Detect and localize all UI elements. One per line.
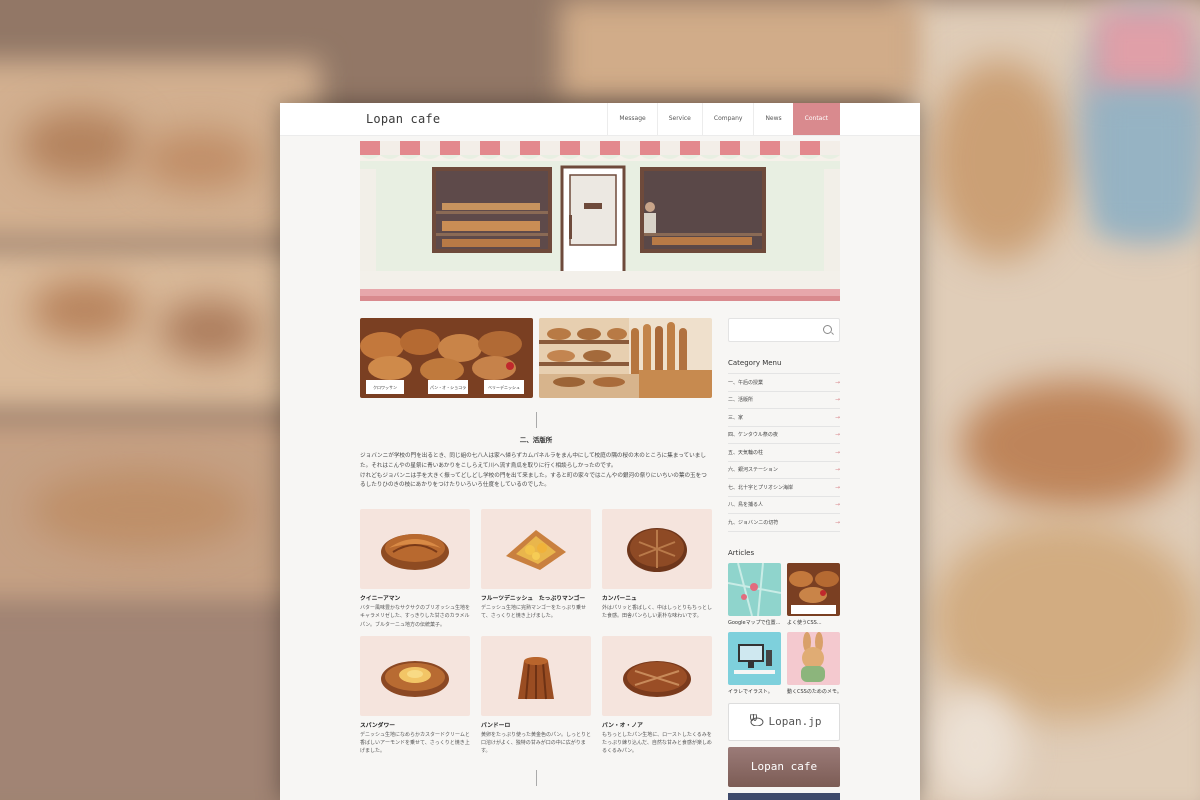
section-divider-2 [535,769,537,786]
nav-contact[interactable]: Contact [792,103,840,135]
product-card[interactable]: クイニーアマン バター風味豊かなサクサクのブリオッシュ生地をキャラメリゼした、す… [360,509,470,629]
category-item[interactable]: 九、ジョバンニの切符 → [728,514,840,532]
article-title: よく使うCSS... [787,619,822,626]
lopan-jp-banner[interactable]: Lopan.jp [728,702,840,741]
category-item[interactable]: 三、家 → [728,409,840,427]
category-heading: Category Menu [728,359,782,367]
rabbit-thumbnail [787,631,840,685]
article-title: 動くCSSのためのメモ。 [787,688,840,695]
category-label: 七、北十字とプリオシン海岸 [728,484,794,491]
product-image-fruit-danish [481,509,591,590]
product-name: カンパーニュ [602,596,637,603]
article-card[interactable]: 動くCSSのためのメモ。 [787,631,840,695]
search-icon[interactable] [823,325,832,334]
product-name: パン・オ・ノア [602,722,643,729]
product-desc: デニッシュ生地になめらかカスタードクリームと香ばしいアーモンドを乗せて、さっくり… [360,731,470,755]
banner-text: Lopan.jp [768,715,822,728]
arrow-right-icon: → [834,396,840,404]
pastry-thumbnail [787,562,840,616]
bottom-banner[interactable] [728,792,840,800]
product-image-spandauer [360,635,470,716]
product-desc: もちっとしたパン生地に、ローストしたくるみをたっぷり練り込んだ、自然な甘みと食感… [602,731,712,755]
photo-label-croissant: クロワッサン [373,384,397,390]
photo-label-chocolat: パン・オ・ショコラ [430,384,466,390]
article-title: Googleマップで位置... [728,619,781,626]
product-name: クイニーアマン [360,596,401,603]
rabbit-logo-icon [747,713,765,729]
article-title: イラレでイラスト。 [728,688,773,695]
category-label: 八、鳥を捕る人 [728,502,764,509]
site-header: Lopan cafe Message Service Company News … [280,103,920,136]
main-content: クロワッサン パン・オ・ショコラ ベリーデニッシュ 二、活版所 ジョバンニが学校… [360,318,712,792]
category-item[interactable]: 一、午后の授業 → [728,373,840,392]
category-label: 九、ジョバンニの切符 [728,519,779,526]
bakery-shelf-photo [539,318,712,398]
search-box[interactable] [728,318,840,342]
map-thumbnail [728,562,781,616]
section-paragraph-2: けれどもジョバンニは手を大きく振ってどしどし学校の門を出て来ました。すると町の家… [360,472,707,489]
product-desc: デニッシュ生地に完熟マンゴーをたっぷり乗せて、さっくりと焼き上げました。 [481,605,587,620]
category-label: 四、ケンタウル祭の夜 [728,432,778,439]
arrow-right-icon: → [834,483,840,491]
website-frame: Lopan cafe Message Service Company News … [280,103,920,800]
nav-news[interactable]: News [753,103,792,135]
category-label: 三、家 [728,414,744,421]
photo-row: クロワッサン パン・オ・ショコラ ベリーデニッシュ [360,318,712,398]
arrow-right-icon: → [834,501,840,509]
section-paragraph-1: ジョバンニが学校の門を出るとき、同じ組の七八人は家へ帰らずカムパネルラをまん中に… [360,453,706,469]
arrow-right-icon: → [834,466,840,474]
articles-heading: Articles [728,548,755,557]
category-label: 六、銀河ステーション [728,467,778,474]
category-label: 二、活版所 [728,397,754,404]
article-card[interactable]: よく使うCSS... [787,562,840,626]
product-card[interactable]: スパンダワー デニッシュ生地になめらかカスタードクリームと香ばしいアーモンドを乗… [360,635,470,756]
product-desc: 外はパリッと香ばしく、中はしっとりもちっとした食感。田舎パンらしい素朴な味わいで… [602,605,713,620]
product-image-campagne [602,509,712,590]
category-list: 一、午后の授業 → 二、活版所 → 三、家 → 四、ケンタウル祭の夜 → 五、天気輪の柱… [728,373,840,532]
arrow-right-icon: → [834,413,840,421]
category-item[interactable]: 四、ケンタウル祭の夜 → [728,427,840,444]
product-image-kouign-amann [360,509,470,590]
product-name: スパンダワー [360,722,396,729]
computer-thumbnail [728,631,781,685]
category-item[interactable]: 八、鳥を捕る人 → [728,497,840,514]
article-list: Googleマップで位置... よく使うCSS... イラレでイラスト。 動くC… [728,562,840,695]
lopan-cafe-banner[interactable]: Lopan cafe [728,746,840,787]
product-grid: クイニーアマン バター風味豊かなサクサクのブリオッシュ生地をキャラメリゼした、す… [360,509,712,756]
product-card[interactable]: パン・オ・ノア もちっとしたパン生地に、ローストしたくるみをたっぷり練り込んだ、… [602,635,712,756]
main-nav: Message Service Company News Contact [607,103,840,135]
product-desc: バター風味豊かなサクサクのブリオッシュ生地をキャラメリゼした、すっきりした甘さの… [360,605,471,628]
photo-label-berry: ベリーデニッシュ [488,384,520,390]
hero-storefront-illustration [360,141,840,301]
nav-message[interactable]: Message [607,103,656,135]
product-name: パンドーロ [481,722,511,729]
nav-service[interactable]: Service [656,103,702,135]
sidebar: Category Menu 一、午后の授業 → 二、活版所 → 三、家 → 四、ケンタ… [728,318,840,800]
product-card[interactable]: フルーツデニッシュ たっぷりマンゴー デニッシュ生地に完熟マンゴーをたっぷり乗せ… [481,509,591,629]
category-item[interactable]: 二、活版所 → [728,392,840,409]
arrow-right-icon: → [834,431,840,439]
article-card[interactable]: イラレでイラスト。 [728,631,781,695]
product-image-pandoro [481,635,591,716]
arrow-right-icon: → [834,518,840,526]
banner-text: Lopan cafe [750,760,818,773]
category-label: 一、午后の授業 [728,379,764,386]
nav-company[interactable]: Company [701,103,754,135]
section-divider [535,412,537,428]
site-logo[interactable]: Lopan cafe [366,112,440,126]
category-label: 五、天気輪の柱 [728,449,764,456]
category-item[interactable]: 七、北十字とプリオシン海岸 → [728,479,840,497]
product-card[interactable]: カンパーニュ 外はパリッと香ばしく、中はしっとりもちっとした食感。田舎パンらしい… [602,509,712,629]
product-desc: 黄卵をたっぷり使った黄金色のパン。しっとりと口溶けがよく、独特の甘みが口の中に広… [481,731,591,755]
product-name: フルーツデニッシュ たっぷりマンゴー [481,596,586,603]
arrow-right-icon: → [834,448,840,456]
article-card[interactable]: Googleマップで位置... [728,562,781,626]
category-item[interactable]: 五、天気輪の柱 → [728,444,840,462]
pastry-photo-left: クロワッサン パン・オ・ショコラ ベリーデニッシュ [360,318,533,398]
arrow-right-icon: → [834,378,840,386]
product-card[interactable]: パンドーロ 黄卵をたっぷり使った黄金色のパン。しっとりと口溶けがよく、独特の甘み… [481,635,591,756]
category-item[interactable]: 六、銀河ステーション → [728,462,840,479]
section-title: 二、活版所 [519,436,553,444]
product-image-pain-aux-noix [602,635,712,716]
